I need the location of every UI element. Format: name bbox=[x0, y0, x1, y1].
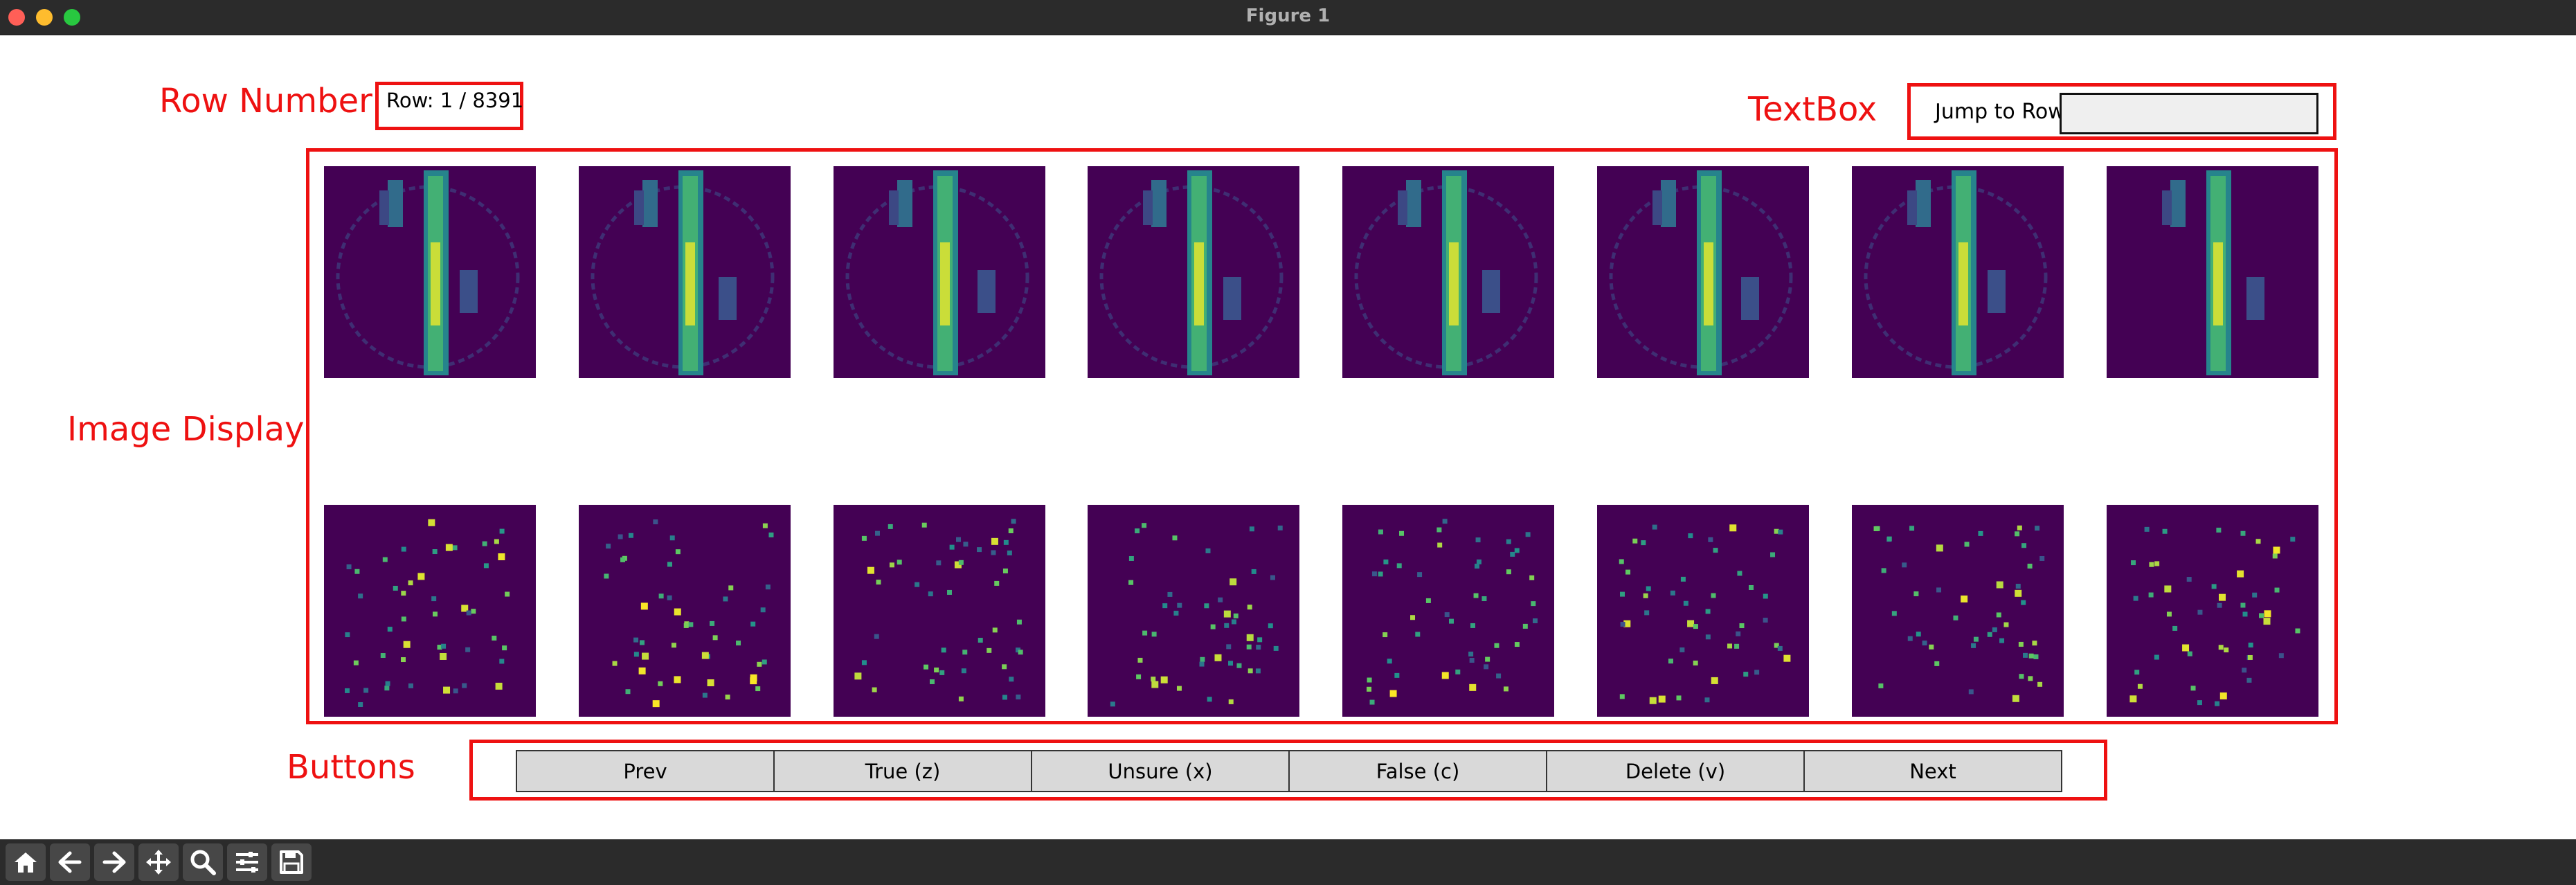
delete-button[interactable]: Delete (v) bbox=[1547, 751, 1805, 791]
back-arrow-icon bbox=[56, 850, 84, 875]
bottom-image-5 bbox=[1342, 505, 1554, 717]
bottom-image-6 bbox=[1597, 505, 1809, 717]
jump-to-row-input[interactable] bbox=[2060, 93, 2318, 134]
forward-arrow-icon bbox=[100, 850, 128, 875]
top-image-7 bbox=[1852, 166, 2064, 378]
bottom-image-1 bbox=[324, 505, 536, 717]
annotation-image-display: Image Display bbox=[67, 410, 305, 449]
bottom-image-4 bbox=[1088, 505, 1299, 717]
bottom-image-8 bbox=[2107, 505, 2318, 717]
top-image-6 bbox=[1597, 166, 1809, 378]
zoom-button[interactable] bbox=[183, 843, 223, 881]
forward-button[interactable] bbox=[94, 843, 134, 881]
bottom-image-2 bbox=[579, 505, 791, 717]
annotation-buttons: Buttons bbox=[287, 748, 415, 787]
jump-to-row-label: Jump to Row: bbox=[1935, 100, 2071, 124]
false-button[interactable]: False (c) bbox=[1290, 751, 1547, 791]
top-image-4 bbox=[1088, 166, 1299, 378]
window-title: Figure 1 bbox=[1245, 6, 1331, 26]
row-counter: Row: 1 / 8391 bbox=[386, 89, 524, 112]
top-image-3 bbox=[834, 166, 1045, 378]
configure-subplots-button[interactable] bbox=[227, 843, 267, 881]
configure-subplots-icon bbox=[233, 848, 261, 876]
annotation-row-number: Row Number bbox=[159, 82, 372, 120]
pan-button[interactable] bbox=[138, 843, 179, 881]
annotation-textbox: TextBox bbox=[1748, 90, 1877, 129]
unsure-button[interactable]: Unsure (x) bbox=[1032, 751, 1290, 791]
top-image-5 bbox=[1342, 166, 1554, 378]
window-titlebar: Figure 1 bbox=[0, 0, 2576, 35]
save-button[interactable] bbox=[271, 843, 312, 881]
top-image-2 bbox=[579, 166, 791, 378]
top-image-8 bbox=[2107, 166, 2318, 378]
matplotlib-toolbar bbox=[0, 839, 2576, 885]
bottom-image-7 bbox=[1852, 505, 2064, 717]
prev-button[interactable]: Prev bbox=[517, 751, 775, 791]
navigation-button-bar: Prev True (z) Unsure (x) False (c) Delet… bbox=[516, 750, 2062, 792]
top-image-1 bbox=[324, 166, 536, 378]
save-icon bbox=[278, 848, 305, 876]
zoom-icon bbox=[189, 848, 217, 876]
true-button[interactable]: True (z) bbox=[775, 751, 1032, 791]
next-button[interactable]: Next bbox=[1805, 751, 2061, 791]
bottom-image-3 bbox=[834, 505, 1045, 717]
back-button[interactable] bbox=[50, 843, 90, 881]
home-button[interactable] bbox=[6, 843, 46, 881]
pan-icon bbox=[145, 848, 172, 876]
home-icon bbox=[12, 850, 39, 875]
